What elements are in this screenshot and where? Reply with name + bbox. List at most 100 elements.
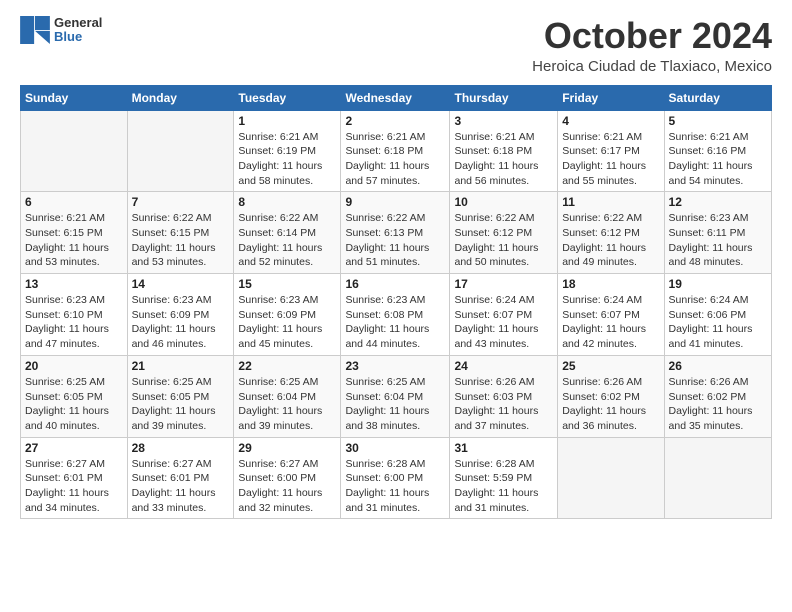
calendar-cell: 22 Sunrise: 6:25 AM Sunset: 6:04 PM Dayli… [234, 355, 341, 437]
logo-icon [20, 16, 50, 44]
day-info: Sunrise: 6:21 AM Sunset: 6:17 PM Dayligh… [562, 130, 659, 189]
day-number: 6 [25, 195, 123, 209]
day-info: Sunrise: 6:27 AM Sunset: 6:01 PM Dayligh… [132, 457, 230, 516]
day-info: Sunrise: 6:22 AM Sunset: 6:12 PM Dayligh… [454, 211, 553, 270]
weekday-header: Thursday [450, 85, 558, 110]
weekday-header: Wednesday [341, 85, 450, 110]
calendar-week-row: 27 Sunrise: 6:27 AM Sunset: 6:01 PM Dayli… [21, 437, 772, 519]
day-number: 29 [238, 441, 336, 455]
calendar-week-row: 1 Sunrise: 6:21 AM Sunset: 6:19 PM Daylig… [21, 110, 772, 192]
day-info: Sunrise: 6:25 AM Sunset: 6:05 PM Dayligh… [132, 375, 230, 434]
calendar-cell: 10 Sunrise: 6:22 AM Sunset: 6:12 PM Dayli… [450, 192, 558, 274]
day-number: 25 [562, 359, 659, 373]
day-number: 11 [562, 195, 659, 209]
day-info: Sunrise: 6:24 AM Sunset: 6:07 PM Dayligh… [562, 293, 659, 352]
day-number: 3 [454, 114, 553, 128]
calendar-header-row: SundayMondayTuesdayWednesdayThursdayFrid… [21, 85, 772, 110]
calendar-cell: 6 Sunrise: 6:21 AM Sunset: 6:15 PM Daylig… [21, 192, 128, 274]
day-info: Sunrise: 6:21 AM Sunset: 6:15 PM Dayligh… [25, 211, 123, 270]
calendar-cell [127, 110, 234, 192]
calendar-cell: 18Sunrise: 6:24 AM Sunset: 6:07 PM Dayli… [558, 274, 664, 356]
day-info: Sunrise: 6:25 AM Sunset: 6:05 PM Dayligh… [25, 375, 123, 434]
calendar-cell [664, 437, 771, 519]
calendar-cell: 9 Sunrise: 6:22 AM Sunset: 6:13 PM Daylig… [341, 192, 450, 274]
day-info: Sunrise: 6:22 AM Sunset: 6:14 PM Dayligh… [238, 211, 336, 270]
day-info: Sunrise: 6:27 AM Sunset: 6:00 PM Dayligh… [238, 457, 336, 516]
day-number: 4 [562, 114, 659, 128]
weekday-header: Sunday [21, 85, 128, 110]
calendar-cell: 2 Sunrise: 6:21 AM Sunset: 6:18 PM Daylig… [341, 110, 450, 192]
calendar-cell: 25Sunrise: 6:26 AM Sunset: 6:02 PM Dayli… [558, 355, 664, 437]
day-number: 22 [238, 359, 336, 373]
day-info: Sunrise: 6:23 AM Sunset: 6:08 PM Dayligh… [345, 293, 445, 352]
day-number: 31 [454, 441, 553, 455]
calendar-cell: 13 Sunrise: 6:23 AM Sunset: 6:10 PM Dayli… [21, 274, 128, 356]
day-info: Sunrise: 6:21 AM Sunset: 6:18 PM Dayligh… [345, 130, 445, 189]
day-number: 27 [25, 441, 123, 455]
calendar-cell: 26Sunrise: 6:26 AM Sunset: 6:02 PM Dayli… [664, 355, 771, 437]
day-number: 10 [454, 195, 553, 209]
day-number: 28 [132, 441, 230, 455]
month-title: October 2024 [532, 16, 772, 56]
calendar-cell: 4 Sunrise: 6:21 AM Sunset: 6:17 PM Daylig… [558, 110, 664, 192]
day-info: Sunrise: 6:25 AM Sunset: 6:04 PM Dayligh… [238, 375, 336, 434]
logo-general: General [54, 16, 102, 30]
day-number: 20 [25, 359, 123, 373]
day-info: Sunrise: 6:24 AM Sunset: 6:07 PM Dayligh… [454, 293, 553, 352]
weekday-header: Saturday [664, 85, 771, 110]
weekday-header: Friday [558, 85, 664, 110]
day-number: 16 [345, 277, 445, 291]
calendar-cell [558, 437, 664, 519]
calendar-cell: 19Sunrise: 6:24 AM Sunset: 6:06 PM Dayli… [664, 274, 771, 356]
day-info: Sunrise: 6:22 AM Sunset: 6:13 PM Dayligh… [345, 211, 445, 270]
day-number: 13 [25, 277, 123, 291]
calendar-cell: 29 Sunrise: 6:27 AM Sunset: 6:00 PM Dayli… [234, 437, 341, 519]
day-number: 2 [345, 114, 445, 128]
calendar-cell: 24Sunrise: 6:26 AM Sunset: 6:03 PM Dayli… [450, 355, 558, 437]
calendar-cell: 15Sunrise: 6:23 AM Sunset: 6:09 PM Dayli… [234, 274, 341, 356]
day-number: 5 [669, 114, 767, 128]
calendar-cell: 12Sunrise: 6:23 AM Sunset: 6:11 PM Dayli… [664, 192, 771, 274]
day-number: 9 [345, 195, 445, 209]
calendar-cell: 8Sunrise: 6:22 AM Sunset: 6:14 PM Daylig… [234, 192, 341, 274]
day-info: Sunrise: 6:22 AM Sunset: 6:15 PM Dayligh… [132, 211, 230, 270]
day-info: Sunrise: 6:22 AM Sunset: 6:12 PM Dayligh… [562, 211, 659, 270]
day-number: 7 [132, 195, 230, 209]
calendar-week-row: 6 Sunrise: 6:21 AM Sunset: 6:15 PM Daylig… [21, 192, 772, 274]
day-number: 1 [238, 114, 336, 128]
logo: General Blue [20, 16, 102, 45]
calendar-cell: 27Sunrise: 6:27 AM Sunset: 6:01 PM Dayli… [21, 437, 128, 519]
day-info: Sunrise: 6:21 AM Sunset: 6:16 PM Dayligh… [669, 130, 767, 189]
calendar-cell: 31Sunrise: 6:28 AM Sunset: 5:59 PM Dayli… [450, 437, 558, 519]
weekday-header: Tuesday [234, 85, 341, 110]
day-info: Sunrise: 6:23 AM Sunset: 6:09 PM Dayligh… [132, 293, 230, 352]
day-info: Sunrise: 6:23 AM Sunset: 6:10 PM Dayligh… [25, 293, 123, 352]
header-right: October 2024 Heroica Ciudad de Tlaxiaco,… [532, 16, 772, 75]
day-number: 30 [345, 441, 445, 455]
calendar-table: SundayMondayTuesdayWednesdayThursdayFrid… [20, 85, 772, 520]
calendar-cell: 30Sunrise: 6:28 AM Sunset: 6:00 PM Dayli… [341, 437, 450, 519]
day-info: Sunrise: 6:21 AM Sunset: 6:19 PM Dayligh… [238, 130, 336, 189]
day-number: 21 [132, 359, 230, 373]
header: General Blue October 2024 Heroica Ciudad… [20, 16, 772, 75]
calendar-cell: 23 Sunrise: 6:25 AM Sunset: 6:04 PM Dayli… [341, 355, 450, 437]
day-number: 15 [238, 277, 336, 291]
calendar-cell: 28 Sunrise: 6:27 AM Sunset: 6:01 PM Dayli… [127, 437, 234, 519]
calendar-cell: 16 Sunrise: 6:23 AM Sunset: 6:08 PM Dayli… [341, 274, 450, 356]
calendar-cell [21, 110, 128, 192]
calendar-cell: 21 Sunrise: 6:25 AM Sunset: 6:05 PM Dayli… [127, 355, 234, 437]
day-number: 23 [345, 359, 445, 373]
calendar-cell: 5 Sunrise: 6:21 AM Sunset: 6:16 PM Daylig… [664, 110, 771, 192]
logo-blue: Blue [54, 30, 102, 44]
calendar-week-row: 20 Sunrise: 6:25 AM Sunset: 6:05 PM Dayli… [21, 355, 772, 437]
calendar-week-row: 13 Sunrise: 6:23 AM Sunset: 6:10 PM Dayli… [21, 274, 772, 356]
calendar-cell: 7 Sunrise: 6:22 AM Sunset: 6:15 PM Daylig… [127, 192, 234, 274]
calendar-cell: 11 Sunrise: 6:22 AM Sunset: 6:12 PM Dayli… [558, 192, 664, 274]
calendar-cell: 17Sunrise: 6:24 AM Sunset: 6:07 PM Dayli… [450, 274, 558, 356]
day-number: 26 [669, 359, 767, 373]
day-info: Sunrise: 6:21 AM Sunset: 6:18 PM Dayligh… [454, 130, 553, 189]
day-info: Sunrise: 6:26 AM Sunset: 6:03 PM Dayligh… [454, 375, 553, 434]
day-info: Sunrise: 6:23 AM Sunset: 6:11 PM Dayligh… [669, 211, 767, 270]
day-info: Sunrise: 6:25 AM Sunset: 6:04 PM Dayligh… [345, 375, 445, 434]
day-number: 19 [669, 277, 767, 291]
